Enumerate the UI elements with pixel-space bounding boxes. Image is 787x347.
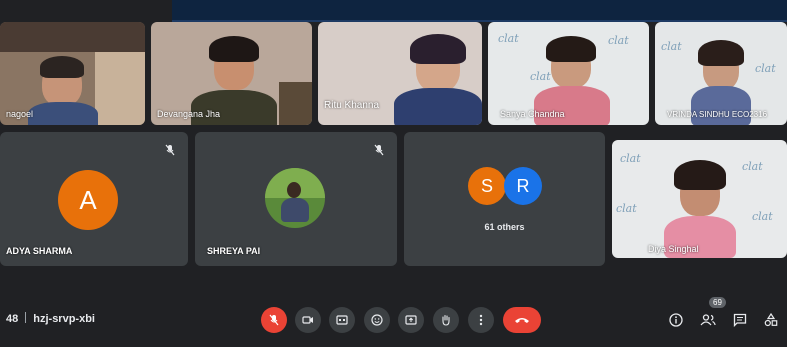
raise-hand-button[interactable] <box>433 307 459 333</box>
top-banner <box>172 0 787 22</box>
camera-icon <box>302 316 313 324</box>
video-tile-nagoel[interactable]: nagoel <box>0 22 145 125</box>
participant-name: ADYA SHARMA <box>6 246 73 256</box>
others-tile[interactable]: S R 61 others <box>404 132 605 266</box>
video-tile-sanya[interactable]: clat clat clat Sanya Chandna <box>488 22 649 125</box>
participant-tile-shreya[interactable]: SHREYA PAI <box>195 132 397 266</box>
participant-name: VRINDA SINDHU ECO2316 <box>667 110 768 119</box>
participant-name: SHREYA PAI <box>207 246 261 256</box>
meeting-details-button[interactable] <box>666 310 686 330</box>
participant-name: Ritu Khanna <box>324 100 380 111</box>
chat-icon <box>733 313 747 327</box>
end-call-icon <box>515 318 529 323</box>
participant-name: nagoel <box>6 109 34 119</box>
end-call-button[interactable] <box>503 307 541 333</box>
participant-name: Devangana Jha <box>157 109 221 119</box>
meeting-code: hzj-srvp-xbi <box>33 313 95 325</box>
mic-toggle-button[interactable] <box>261 307 287 333</box>
time-fragment: 48 <box>6 313 19 325</box>
others-count: 61 others <box>484 222 525 232</box>
captions-icon <box>336 315 348 325</box>
present-icon <box>405 314 417 325</box>
avatar-r: R <box>504 167 542 205</box>
chat-button[interactable] <box>730 310 750 330</box>
avatar <box>265 168 325 228</box>
camera-toggle-button[interactable] <box>295 307 321 333</box>
captions-button[interactable] <box>329 307 355 333</box>
more-options-button[interactable] <box>468 307 494 333</box>
video-tile-vrinda[interactable]: clat clat VRINDA SINDHU ECO2316 <box>655 22 787 125</box>
mic-off-icon <box>374 144 384 156</box>
activities-button[interactable] <box>761 310 781 330</box>
video-tile-diya[interactable]: clat clat clat clat Diya Singhal <box>612 140 787 258</box>
video-tile-devangana[interactable]: Devangana Jha <box>151 22 312 125</box>
video-tile-ritu[interactable]: Ritu Khanna <box>318 22 482 125</box>
emoji-button[interactable] <box>364 307 390 333</box>
mic-off-icon <box>165 144 175 156</box>
avatar-initial: A <box>79 184 97 215</box>
more-options-icon <box>479 314 483 326</box>
present-button[interactable] <box>398 307 424 333</box>
participant-name: Sanya Chandna <box>500 109 565 119</box>
people-button[interactable] <box>698 310 718 330</box>
mic-off-icon <box>269 314 279 326</box>
control-bar: 48 hzj-srvp-xbi 69 <box>0 268 787 347</box>
avatar-s: S <box>468 167 506 205</box>
emoji-icon <box>371 314 383 326</box>
participant-name: Diya Singhal <box>648 244 699 254</box>
activities-icon <box>764 313 778 327</box>
participant-count-badge: 69 <box>709 297 726 308</box>
participant-tile-adya[interactable]: A ADYA SHARMA <box>0 132 188 266</box>
separator <box>25 312 27 323</box>
raise-hand-icon <box>442 314 450 326</box>
info-icon <box>669 313 683 327</box>
avatar: A <box>58 170 118 230</box>
meeting-info: 48 hzj-srvp-xbi <box>6 312 95 325</box>
people-icon <box>700 314 716 326</box>
